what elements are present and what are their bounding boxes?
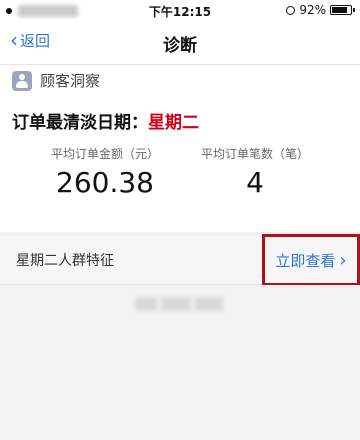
crowd-features-title: 星期二人群特征 [16, 253, 114, 269]
status-bar: 下午12:15 92% [0, 0, 360, 20]
stat-avg-order-amount: 平均订单金额（元） 260.38 [20, 145, 190, 199]
battery-icon [330, 5, 355, 15]
stats-panel: 平均订单金额（元） 260.38 平均订单笔数（笔） 4 [0, 145, 360, 205]
insight-label: 顾客洞察 [40, 72, 101, 90]
view-now-label: 立即查看 [275, 251, 336, 270]
battery-percent: 92% [299, 3, 326, 17]
slowest-day-headline: 订单最清淡日期：星期二 [12, 108, 199, 133]
view-now-link[interactable]: 立即查看 › [275, 250, 346, 271]
stat-value: 260.38 [56, 166, 154, 199]
redacted-text [135, 297, 225, 311]
stat-caption: 平均订单金额（元） [50, 147, 159, 161]
chevron-right-icon: › [339, 249, 347, 271]
headline-prefix: 订单最清淡日期： [12, 113, 148, 133]
bottom-content-area [0, 285, 360, 440]
stat-avg-order-count: 平均订单笔数（笔） 4 [170, 145, 340, 199]
highlight-box: 立即查看 › [262, 234, 360, 286]
stat-caption: 平均订单笔数（笔） [200, 147, 309, 161]
slowest-day-value: 星期二 [148, 113, 199, 133]
person-icon [12, 70, 32, 91]
insight-header: 顾客洞察 [12, 70, 100, 91]
stat-value: 4 [246, 166, 264, 199]
status-right: 92% [286, 3, 355, 17]
crowd-features-row[interactable]: 星期二人群特征 立即查看 › [0, 234, 360, 286]
navigation-bar: ‹ 返回 诊断 [0, 20, 360, 65]
page-title: 诊断 [163, 36, 197, 56]
alarm-icon [286, 5, 296, 15]
